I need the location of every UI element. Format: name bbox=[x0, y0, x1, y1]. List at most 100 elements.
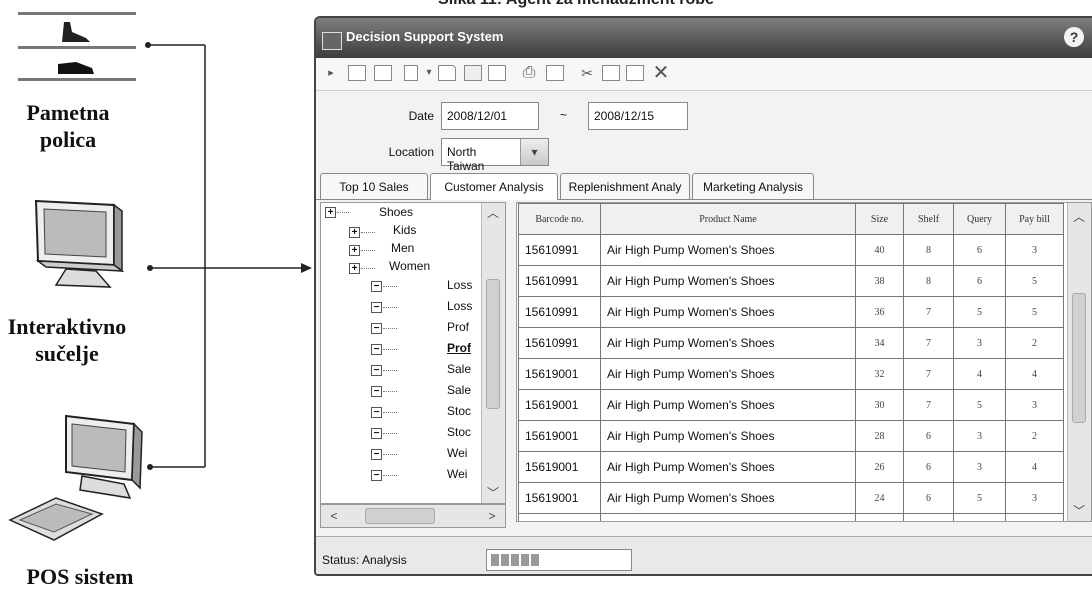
play-icon[interactable]: ▸ bbox=[322, 65, 340, 81]
print-icon[interactable]: ⎙ bbox=[520, 65, 538, 81]
table-cell: 15619001 bbox=[518, 482, 601, 514]
tree-item[interactable]: Wei bbox=[447, 446, 467, 460]
scroll-up-icon[interactable]: ︿ bbox=[482, 203, 504, 223]
table-cell: Air High Pump Women's Shoes bbox=[600, 327, 856, 359]
scroll-thumb[interactable] bbox=[1072, 293, 1086, 423]
tree-item[interactable]: Sale bbox=[447, 362, 471, 376]
scroll-up-icon[interactable]: ︿ bbox=[1068, 207, 1090, 227]
tab-top-10-sales[interactable]: Top 10 Sales bbox=[320, 173, 428, 199]
collapse-icon[interactable]: − bbox=[371, 323, 382, 334]
collapse-icon[interactable]: − bbox=[371, 386, 382, 397]
tab-marketing-analysis[interactable]: Marketing Analysis bbox=[692, 173, 814, 199]
expand-icon[interactable]: + bbox=[349, 227, 360, 238]
table-row[interactable]: 15619001 Air High Pump Women's Shoes 24 6 5 3 bbox=[518, 482, 1064, 514]
table-row[interactable]: 15619001 Air High Pump Women's Shoes 28 6 3 2 bbox=[518, 420, 1064, 452]
open-folder-icon[interactable] bbox=[438, 65, 456, 81]
tree-node-shoes[interactable]: Shoes bbox=[379, 205, 413, 219]
collapse-icon[interactable]: − bbox=[371, 428, 382, 439]
scroll-right-icon[interactable]: > bbox=[481, 506, 503, 526]
copy-icon[interactable] bbox=[602, 65, 620, 81]
tree-node-men[interactable]: Men bbox=[391, 241, 414, 255]
interactive-ui-label: Interaktivno sučelje bbox=[7, 314, 127, 366]
scroll-thumb[interactable] bbox=[365, 508, 435, 524]
scroll-left-icon[interactable]: < bbox=[323, 506, 345, 526]
tab-customer-analysis[interactable]: Customer Analysis bbox=[430, 173, 558, 200]
scroll-down-icon[interactable]: ﹀ bbox=[482, 483, 504, 503]
collapse-icon[interactable]: − bbox=[371, 449, 382, 460]
table-row[interactable]: 15610991 Air High Pump Women's Shoes 34 7 3 2 bbox=[518, 327, 1064, 359]
date-label: Date bbox=[408, 109, 434, 123]
column-header-shelf[interactable]: Shelf bbox=[903, 203, 954, 235]
table-row[interactable]: 15619001 Air High Pump Women's Shoes 26 6 3 4 bbox=[518, 451, 1064, 483]
table-row[interactable]: 15619001 Air High Pump Women's Shoes 32 7 4 4 bbox=[518, 358, 1064, 390]
location-select[interactable]: North Taiwan ▾ bbox=[441, 138, 549, 173]
app-icon bbox=[322, 32, 342, 50]
chevron-down-icon[interactable]: ▾ bbox=[520, 139, 548, 165]
table-cell: 6 bbox=[903, 420, 954, 452]
toolbar: ▸ ▾ ⎙ ✂ ✕ bbox=[316, 58, 1092, 91]
table-cell: 7 bbox=[903, 358, 954, 390]
tree-item[interactable]: Prof bbox=[447, 341, 471, 355]
table-cell: Air High Pump Women's Shoes bbox=[600, 513, 856, 521]
paste-icon[interactable] bbox=[626, 65, 644, 81]
column-header-barcode[interactable]: Barcode no. bbox=[518, 203, 601, 235]
window-icon[interactable] bbox=[374, 65, 392, 81]
expand-icon[interactable]: + bbox=[325, 207, 336, 218]
table-row[interactable]: 15610991 Air High Pump Women's Shoes 38 8 6 5 bbox=[518, 265, 1064, 297]
collapse-icon[interactable]: − bbox=[371, 302, 382, 313]
collapse-icon[interactable]: − bbox=[371, 407, 382, 418]
cut-icon[interactable]: ✂ bbox=[578, 65, 596, 81]
tree-node-women[interactable]: Women bbox=[389, 259, 430, 273]
print-preview-icon[interactable] bbox=[546, 65, 564, 81]
date-to-input[interactable]: 2008/12/15 bbox=[588, 102, 688, 130]
table-cell: 5 bbox=[953, 482, 1006, 514]
tree-vertical-scrollbar[interactable]: ︿ ﹀ bbox=[481, 203, 505, 503]
table-row[interactable]: 15610991 Air High Pump Women's Shoes 40 8 6 3 bbox=[518, 234, 1064, 266]
help-icon[interactable]: ? bbox=[1064, 27, 1084, 47]
table-cell: 7 bbox=[903, 296, 954, 328]
table-cell: 15619001 bbox=[518, 451, 601, 483]
table-vertical-scrollbar[interactable]: ︿ ﹀ bbox=[1067, 203, 1091, 521]
collapse-icon[interactable]: − bbox=[371, 365, 382, 376]
table-cell: 32 bbox=[855, 358, 904, 390]
new-document-icon[interactable] bbox=[404, 65, 418, 81]
tree-item[interactable]: Stoc bbox=[447, 425, 471, 439]
column-header-query[interactable]: Query bbox=[953, 203, 1006, 235]
table-cell: 3 bbox=[1005, 234, 1064, 266]
collapse-icon[interactable]: − bbox=[371, 470, 382, 481]
tree-item[interactable]: Loss bbox=[447, 299, 472, 313]
table-row[interactable]: 15619001 Air High Pump Women's Shoes 30 7 5 3 bbox=[518, 389, 1064, 421]
tree-node-kids[interactable]: Kids bbox=[393, 223, 416, 237]
table-cell: 34 bbox=[855, 327, 904, 359]
tab-replenishment-analysis[interactable]: Replenishment Analy bbox=[560, 173, 690, 199]
delete-icon[interactable]: ✕ bbox=[652, 63, 670, 83]
date-from-input[interactable]: 2008/12/01 bbox=[441, 102, 539, 130]
tree-item[interactable]: Prof bbox=[447, 320, 469, 334]
tree-item[interactable]: Stoc bbox=[447, 404, 471, 418]
tree-item[interactable]: Wei bbox=[447, 467, 467, 481]
expand-icon[interactable]: + bbox=[349, 245, 360, 256]
tree-item[interactable]: Loss bbox=[447, 278, 472, 292]
location-label: Location bbox=[388, 145, 434, 159]
collapse-icon[interactable]: − bbox=[371, 344, 382, 355]
table-cell: 4 bbox=[1005, 451, 1064, 483]
save-icon[interactable] bbox=[464, 65, 482, 81]
column-header-product-name[interactable]: Product Name bbox=[600, 203, 856, 235]
scroll-down-icon[interactable]: ﹀ bbox=[1068, 501, 1090, 521]
location-value: North Taiwan bbox=[447, 145, 485, 173]
tree-item[interactable]: Sale bbox=[447, 383, 471, 397]
column-header-size[interactable]: Size bbox=[855, 203, 904, 235]
open-window-icon[interactable] bbox=[348, 65, 366, 81]
table-row[interactable]: 15619001Air High Pump Women's Shoes22655 bbox=[518, 513, 1064, 521]
table-cell: 26 bbox=[855, 451, 904, 483]
expand-icon[interactable]: + bbox=[349, 263, 360, 274]
table-cell: 6 bbox=[903, 513, 954, 521]
document-icon[interactable] bbox=[488, 65, 506, 81]
tree-horizontal-scrollbar[interactable]: < > bbox=[320, 504, 506, 528]
collapse-icon[interactable]: − bbox=[371, 281, 382, 292]
status-text: Status: Analysis bbox=[322, 553, 407, 567]
column-header-pay-bill[interactable]: Pay bill bbox=[1005, 203, 1064, 235]
dropdown-arrow-icon[interactable]: ▾ bbox=[420, 65, 438, 81]
table-row[interactable]: 15610991 Air High Pump Women's Shoes 36 7 5 5 bbox=[518, 296, 1064, 328]
scroll-thumb[interactable] bbox=[486, 279, 500, 409]
